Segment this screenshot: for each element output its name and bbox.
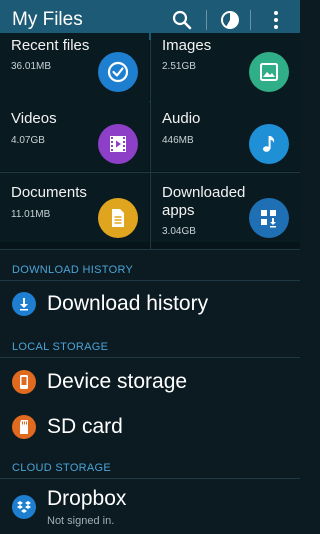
category-name: Images (162, 37, 212, 54)
category-size: 36.01MB (11, 61, 52, 72)
category-name: Videos (11, 110, 57, 127)
section-header-local-storage: LOCAL STORAGE (12, 341, 109, 353)
dropbox-item[interactable]: Dropbox Not signed in. (0, 482, 300, 532)
clock-check-icon (98, 52, 138, 92)
category-name: Audio (162, 110, 201, 127)
list-item-label: Dropbox (47, 487, 127, 510)
phone-icon (12, 370, 36, 394)
list-item-label: Device storage (47, 370, 188, 393)
film-icon (98, 124, 138, 164)
list-item-label: SD card (47, 415, 123, 438)
section-divider (0, 280, 300, 281)
appbar-divider (250, 10, 251, 30)
category-size: 446MB (162, 135, 194, 146)
list-item-sublabel: Not signed in. (47, 515, 115, 527)
music-note-icon (249, 124, 289, 164)
image-icon (249, 52, 289, 92)
sd-card-icon (12, 415, 36, 439)
more-vertical-icon (274, 11, 278, 29)
category-name: Documents (11, 184, 87, 201)
apps-download-icon (249, 198, 289, 238)
category-name: Recent files (11, 37, 90, 54)
document-icon (98, 198, 138, 238)
category-videos[interactable]: Videos 4.07GB (0, 102, 149, 171)
category-name: Downloaded apps (162, 184, 246, 219)
category-size: 11.01MB (11, 209, 51, 220)
download-history-item[interactable]: Download history (0, 282, 300, 326)
section-divider (0, 478, 300, 479)
search-icon (172, 10, 192, 30)
page-title: My Files (12, 9, 83, 30)
section-divider (0, 357, 300, 358)
grid-divider (0, 249, 300, 250)
download-icon (12, 292, 36, 316)
category-size: 2.51GB (162, 61, 196, 72)
category-images[interactable]: Images 2.51GB (151, 33, 300, 102)
category-size: 3.04GB (162, 226, 196, 237)
device-storage-item[interactable]: Device storage (0, 360, 300, 404)
category-audio[interactable]: Audio 446MB (151, 102, 300, 171)
category-downloaded-apps[interactable]: Downloaded apps 3.04GB (151, 173, 300, 242)
dropbox-icon (12, 495, 36, 519)
sd-card-item[interactable]: SD card (0, 405, 300, 449)
appbar-divider (206, 10, 207, 30)
section-header-download-history: DOWNLOAD HISTORY (12, 264, 134, 276)
category-documents[interactable]: Documents 11.01MB (0, 173, 149, 242)
category-recent-files[interactable]: Recent files 36.01MB (0, 33, 149, 102)
category-size: 4.07GB (11, 135, 45, 146)
pie-chart-icon (221, 11, 239, 29)
section-header-cloud-storage: CLOUD STORAGE (12, 462, 112, 474)
list-item-label: Download history (47, 292, 209, 315)
